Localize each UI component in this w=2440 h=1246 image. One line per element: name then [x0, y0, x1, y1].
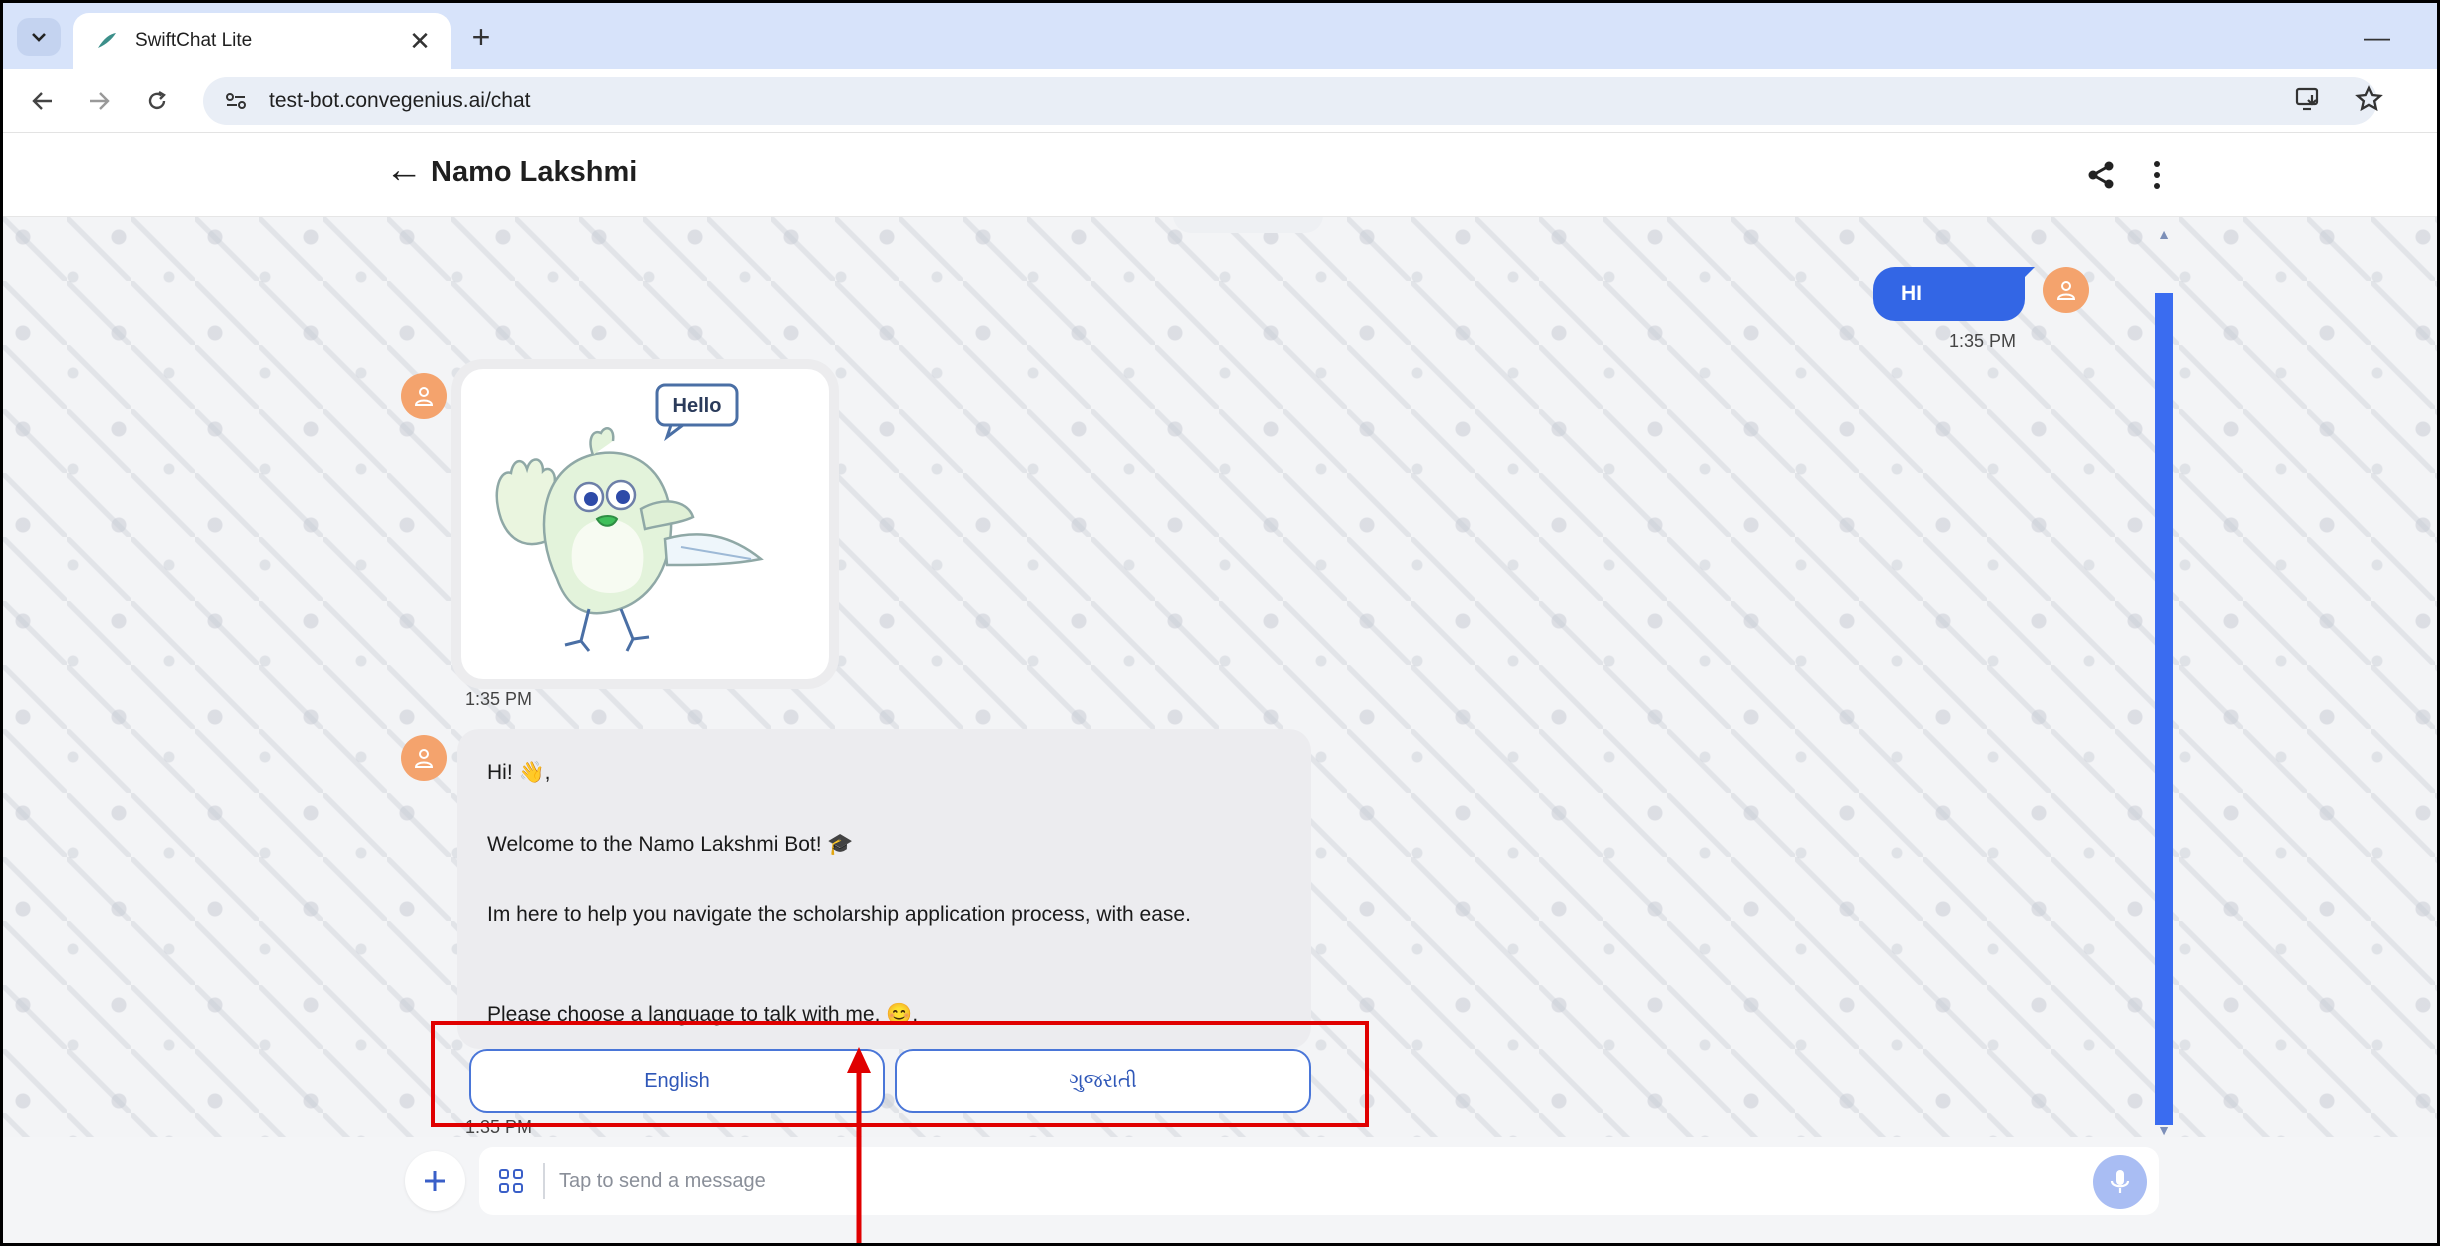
bot-message-line: Welcome to the Namo Lakshmi Bot! 🎓 [487, 833, 854, 856]
reload-icon [148, 90, 166, 110]
bot-message-line: Hi! 👋, [487, 761, 551, 784]
annotation-arrow [847, 1047, 871, 1243]
bot-avatar [401, 373, 447, 419]
arrow-right-icon [90, 92, 110, 110]
minimize-button[interactable]: — [2357, 17, 2397, 57]
input-divider [543, 1163, 545, 1199]
swiftchat-logo-icon [93, 27, 121, 55]
install-app-icon [2295, 87, 2319, 111]
user-icon [414, 749, 434, 768]
back-button[interactable] [23, 81, 63, 121]
message-input[interactable] [559, 1161, 2039, 1201]
browser-window: SwiftChat Lite ✕ + — test-bot.convegeniu… [3, 3, 2437, 1243]
previous-message-edge [1173, 217, 1323, 233]
chat-header: ← Namo Lakshmi [3, 133, 2437, 217]
url-text: test-bot.convegenius.ai/chat [269, 89, 531, 112]
user-bubble-tail [2021, 267, 2035, 281]
microphone-icon [2110, 1170, 2130, 1193]
user-icon [2056, 281, 2076, 300]
site-info-icon[interactable] [221, 86, 251, 116]
arrow-left-icon [32, 92, 52, 110]
back-arrow-icon[interactable]: ← [385, 149, 423, 192]
tab-close-icon[interactable]: ✕ [405, 26, 435, 57]
bird-sticker: Hello [495, 383, 764, 652]
scroll-up-icon[interactable]: ▲ [2155, 225, 2173, 243]
mic-button[interactable] [2093, 1155, 2147, 1209]
more-options-icon[interactable] [2147, 155, 2167, 195]
new-tab-button[interactable]: + [461, 17, 501, 57]
attach-button[interactable] [405, 1151, 465, 1211]
bot-welcome-message: Hi! 👋, Welcome to the Namo Lakshmi Bot! … [457, 729, 1311, 1049]
chat-app: ← Namo Lakshmi HI 1:35 PM Hello 1:35 PM … [3, 133, 2437, 1243]
scrollbar-thumb[interactable] [2155, 293, 2173, 1125]
message-input-container [479, 1147, 2159, 1215]
apps-grid-icon[interactable] [499, 1169, 523, 1193]
share-icon[interactable] [2083, 157, 2119, 193]
reload-button[interactable] [137, 81, 177, 121]
message-composer [3, 1137, 2437, 1243]
bot-avatar [401, 735, 447, 781]
tab-list-button[interactable] [17, 18, 61, 56]
tab-swiftchat[interactable]: SwiftChat Lite ✕ [73, 13, 451, 69]
address-bar[interactable]: test-bot.convegenius.ai/chat [203, 77, 2377, 125]
browser-toolbar: test-bot.convegenius.ai/chat [3, 69, 2437, 133]
star-icon [2355, 85, 2383, 112]
tab-title: SwiftChat Lite [135, 30, 253, 51]
plus-icon [425, 1171, 445, 1191]
bookmark-button[interactable] [2349, 79, 2389, 119]
sticker-message-time: 1:35 PM [465, 689, 533, 709]
sticker-hello-text: Hello [673, 395, 722, 417]
chat-title: Namo Lakshmi [431, 156, 638, 188]
forward-button[interactable] [79, 81, 119, 121]
annotation-highlight-box [431, 1021, 1369, 1127]
user-message-bubble: HI [1873, 267, 2025, 321]
user-message-time: 1:35 PM [1949, 331, 2017, 351]
user-message-text: HI [1901, 282, 1922, 305]
tab-bar: SwiftChat Lite ✕ + — [3, 3, 2437, 69]
chat-messages[interactable]: HI 1:35 PM Hello 1:35 PM Hi! 👋, Welcome … [3, 217, 2437, 1137]
user-icon [414, 387, 434, 406]
chevron-down-icon [32, 33, 46, 42]
user-avatar [2043, 267, 2089, 313]
sticker-message: Hello [461, 369, 829, 679]
install-app-button[interactable] [2289, 79, 2329, 119]
bot-message-line: Im here to help you navigate the scholar… [487, 903, 1191, 926]
